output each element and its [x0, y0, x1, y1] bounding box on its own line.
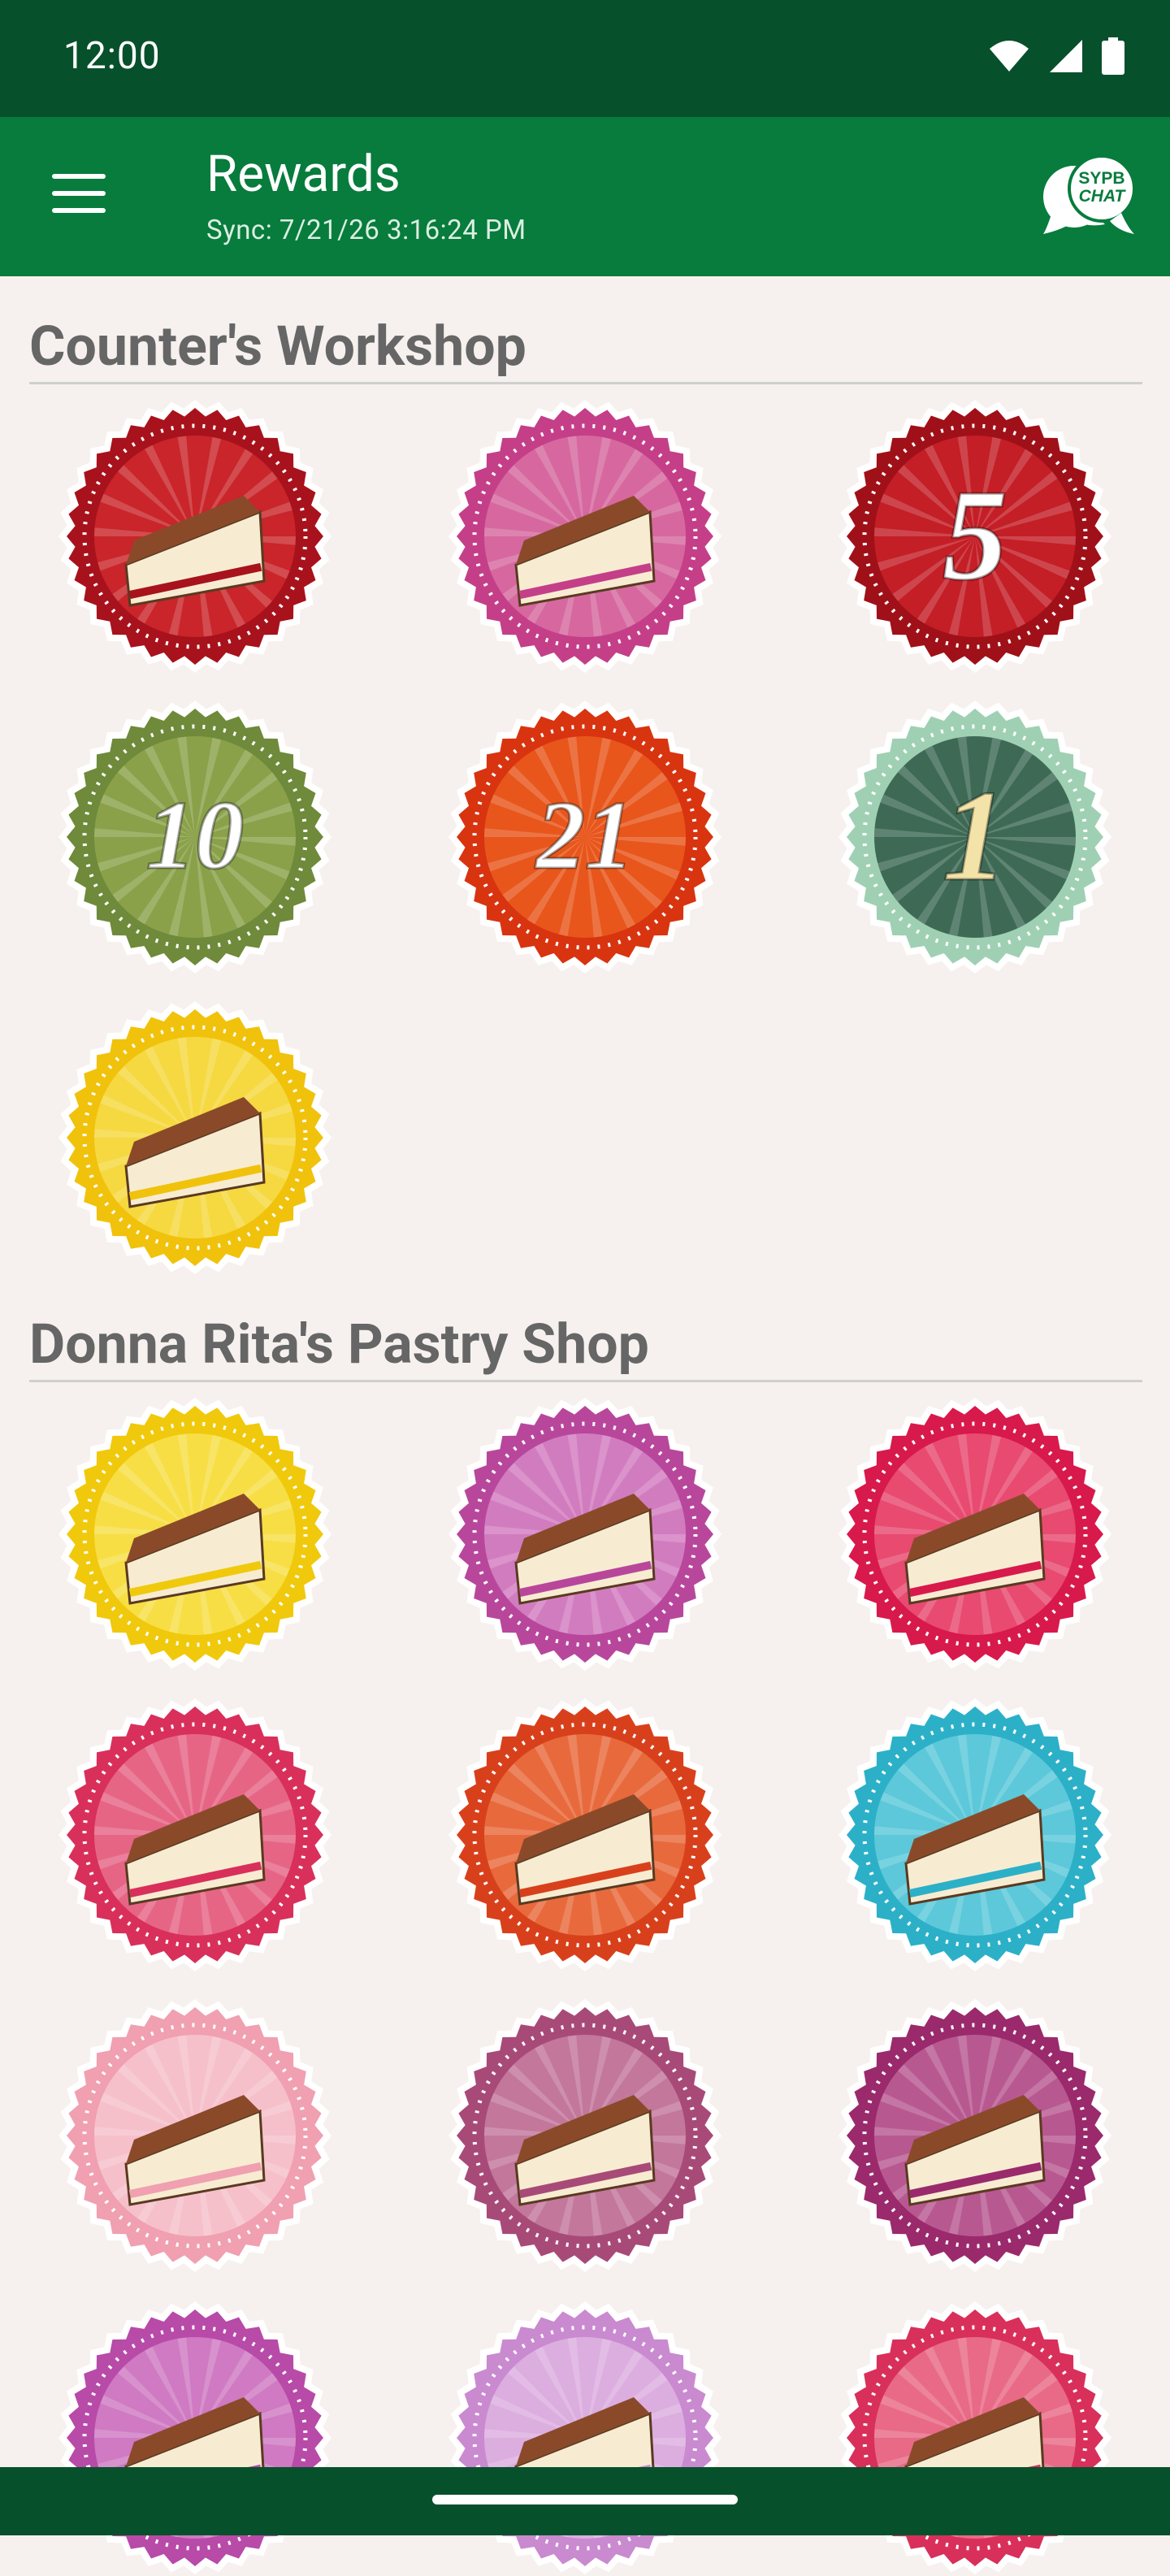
green-apple-badge[interactable] [447, 398, 723, 674]
cellular-signal-icon [1050, 40, 1082, 72]
battery-icon [1102, 37, 1124, 75]
section-title-pastry-shop: Donna Rita's Pastry Shop [29, 1312, 1142, 1382]
badge-number: 21 [535, 781, 634, 889]
trophy-one-badge[interactable]: 1 [837, 699, 1113, 975]
ladybug-tape-measure-badge[interactable] [57, 1000, 333, 1276]
strawberry-cheesecake-icon [58, 1398, 332, 1671]
status-icons [988, 37, 1124, 75]
lemon-cake-badge[interactable] [837, 1396, 1113, 1672]
lime-cake-icon [448, 1398, 722, 1671]
wifi-icon [990, 41, 1029, 72]
pastry-chef-icon [838, 1999, 1112, 2272]
rainbow-cake-badge[interactable] [837, 1697, 1113, 1973]
navigation-bar [0, 2467, 1170, 2535]
lime-cake-badge[interactable] [447, 1396, 723, 1672]
chocolate-fudge-cake-icon [58, 1698, 332, 1971]
status-bar: 12:00 [0, 0, 1170, 117]
wreath-ten-badge[interactable]: 10 [57, 699, 333, 975]
badge-number: 1 [942, 763, 1008, 908]
chocolate-fudge-cake-badge[interactable] [57, 1697, 333, 1973]
strawberry-cheesecake-badge[interactable] [57, 1396, 333, 1672]
layered-chocolate-cake-badge[interactable] [447, 1697, 723, 1973]
layered-chocolate-cake-icon [448, 1698, 722, 1971]
chat-icon-label-1: SYPB [1078, 169, 1124, 188]
cookies-cream-cake-icon [58, 1999, 332, 2272]
ladybug-tape-measure-icon [58, 1001, 332, 1274]
chat-icon[interactable]: SYPB CHAT [1040, 150, 1138, 239]
app-bar: Rewards Sync: 7/21/26 3:16:24 PM SYPB CH… [0, 117, 1170, 276]
cookies-cream-cake-badge[interactable] [57, 1997, 333, 2274]
badge-number: 5 [942, 462, 1008, 607]
number-five-icon: 5 [838, 400, 1112, 673]
green-apple-icon [448, 400, 722, 673]
lemon-cake-icon [838, 1398, 1112, 1671]
chat-icon-label-2: CHAT [1079, 187, 1127, 206]
pastry-chef-badge[interactable] [837, 1997, 1113, 2274]
status-time: 12:00 [63, 34, 161, 78]
apple-twenty-one-icon: 21 [448, 700, 722, 974]
black-forest-cake-icon [448, 1999, 722, 2272]
home-gesture-handle[interactable] [432, 2495, 738, 2504]
apple-tape-measure-icon [58, 400, 332, 673]
wreath-ten-icon: 10 [58, 700, 332, 974]
badge-number: 10 [146, 781, 244, 889]
number-five-badge[interactable]: 5 [837, 398, 1113, 674]
apple-twenty-one-badge[interactable]: 21 [447, 699, 723, 975]
page-title: Rewards [206, 145, 401, 204]
menu-icon[interactable] [52, 174, 107, 213]
apple-tape-measure-badge[interactable] [57, 398, 333, 674]
rainbow-cake-icon [838, 1698, 1112, 1971]
sync-timestamp: Sync: 7/21/26 3:16:24 PM [206, 215, 526, 246]
trophy-one-icon: 1 [838, 700, 1112, 974]
section-title-counters-workshop: Counter's Workshop [29, 314, 1142, 384]
black-forest-cake-badge[interactable] [447, 1997, 723, 2274]
